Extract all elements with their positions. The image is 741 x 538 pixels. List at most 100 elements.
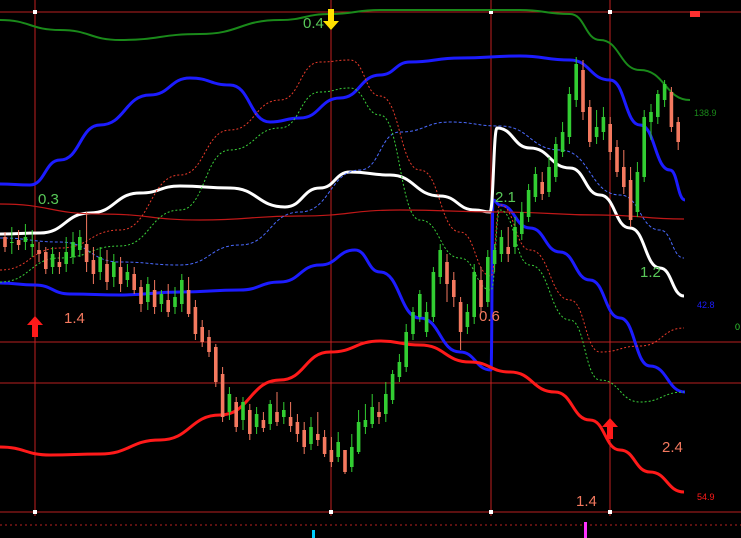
- candle-body-8: [57, 262, 62, 267]
- candle-body-85: [581, 70, 585, 112]
- annotation-1: 1.4: [64, 310, 85, 327]
- candle-body-29: [200, 327, 204, 342]
- candle-body-39: [268, 404, 272, 424]
- annotation-3: 2.1: [495, 189, 516, 206]
- candle-body-21: [146, 284, 150, 302]
- candle-body-91: [622, 167, 626, 187]
- candle-body-6: [44, 252, 48, 269]
- candle-body-74: [506, 247, 510, 254]
- candle-body-44: [302, 430, 306, 447]
- candle-body-14: [98, 257, 102, 272]
- candle-body-31: [214, 347, 218, 382]
- candle-body-92: [628, 180, 633, 220]
- candle-body-23: [159, 294, 164, 304]
- candle-body-76: [520, 212, 524, 234]
- vline-top-dot-0: [33, 10, 37, 14]
- candle-body-58: [397, 362, 402, 377]
- annotation-2: 0.4: [303, 15, 324, 32]
- candle-body-57: [390, 374, 395, 400]
- candle-body-7: [50, 254, 55, 267]
- candle-body-61: [418, 294, 422, 317]
- candle-body-52: [356, 422, 361, 452]
- candle-body-78: [533, 174, 538, 197]
- candle-body-86: [588, 107, 592, 142]
- candle-body-35: [241, 402, 245, 420]
- candle-body-54: [370, 407, 374, 424]
- candle-body-2: [16, 240, 21, 245]
- candle-body-73: [499, 237, 504, 254]
- candle-body-1: [10, 242, 14, 243]
- annotation-7: 1.4: [576, 493, 597, 510]
- candle-body-99: [676, 122, 680, 142]
- candle-body-90: [615, 147, 619, 172]
- candle-body-94: [642, 117, 646, 177]
- candle-body-84: [574, 64, 578, 100]
- candle-body-79: [540, 182, 544, 194]
- candle-body-24: [166, 300, 170, 312]
- annotation-6: 2.4: [662, 439, 683, 456]
- candle-body-16: [112, 262, 116, 277]
- candle-body-49: [336, 442, 340, 457]
- candle-body-95: [649, 112, 653, 122]
- candle-body-72: [492, 250, 497, 264]
- candle-body-97: [662, 84, 667, 100]
- axis-label-3: 0: [735, 322, 740, 332]
- candle-body-50: [343, 450, 347, 472]
- candle-body-70: [479, 280, 483, 307]
- candle-body-18: [125, 272, 130, 280]
- candle-body-25: [173, 297, 177, 307]
- corner-marker: [690, 11, 700, 17]
- candle-body-36: [248, 410, 252, 434]
- candle-body-12: [84, 244, 89, 262]
- volume-tick: [312, 530, 315, 538]
- candle-body-82: [560, 132, 565, 152]
- candle-body-88: [601, 117, 606, 132]
- candle-body-17: [118, 267, 123, 284]
- candle-body-66: [452, 280, 456, 297]
- candle-body-38: [261, 420, 266, 428]
- candle-body-65: [445, 262, 449, 284]
- candle-body-81: [554, 144, 558, 177]
- candle-body-63: [431, 272, 436, 317]
- candle-body-28: [193, 307, 198, 334]
- candle-body-80: [547, 167, 551, 192]
- candle-body-59: [404, 332, 408, 367]
- candle-body-77: [526, 190, 531, 217]
- candle-body-71: [486, 257, 490, 302]
- candle-body-5: [37, 250, 41, 254]
- candle-body-13: [91, 260, 96, 274]
- vline-bottom-dot-2: [489, 510, 493, 514]
- annotation-0: 0.3: [38, 191, 59, 208]
- axis-label-1: 42.8: [697, 300, 715, 310]
- candle-body-68: [465, 312, 470, 327]
- vline-bottom-dot-0: [33, 510, 37, 514]
- volume-strip: [0, 516, 741, 538]
- candle-body-4: [30, 244, 34, 247]
- candle-body-43: [295, 422, 300, 434]
- candle-body-93: [635, 172, 640, 212]
- candle-body-0: [3, 237, 7, 247]
- candle-body-60: [411, 312, 415, 334]
- candle-body-46: [316, 434, 320, 440]
- annotation-5: 1.2: [640, 264, 661, 281]
- vline-bottom-dot-1: [329, 510, 333, 514]
- candle-body-51: [350, 447, 354, 467]
- annotation-4: 0.6: [479, 308, 500, 325]
- candle-body-55: [377, 412, 381, 417]
- candle-body-33: [227, 394, 232, 412]
- candle-body-15: [105, 264, 109, 282]
- candle-body-27: [186, 290, 191, 314]
- candle-body-83: [567, 94, 572, 137]
- candle-body-67: [458, 302, 463, 332]
- candle-body-42: [288, 417, 293, 426]
- candle-body-34: [234, 402, 238, 427]
- candle-body-47: [322, 437, 327, 454]
- volume-spike: [584, 522, 587, 538]
- candle-body-56: [384, 394, 388, 414]
- candle-body-30: [207, 337, 211, 352]
- price-chart[interactable]: 0.3 1.4 0.4 2.1 0.6 1.2 2.4 1.4 138.9 42.8 54.9 0: [0, 0, 741, 538]
- axis-label-0: 138.9: [694, 108, 717, 118]
- candle-body-87: [594, 127, 599, 137]
- vline-bottom-dot-3: [608, 510, 612, 514]
- candle-body-37: [254, 414, 259, 427]
